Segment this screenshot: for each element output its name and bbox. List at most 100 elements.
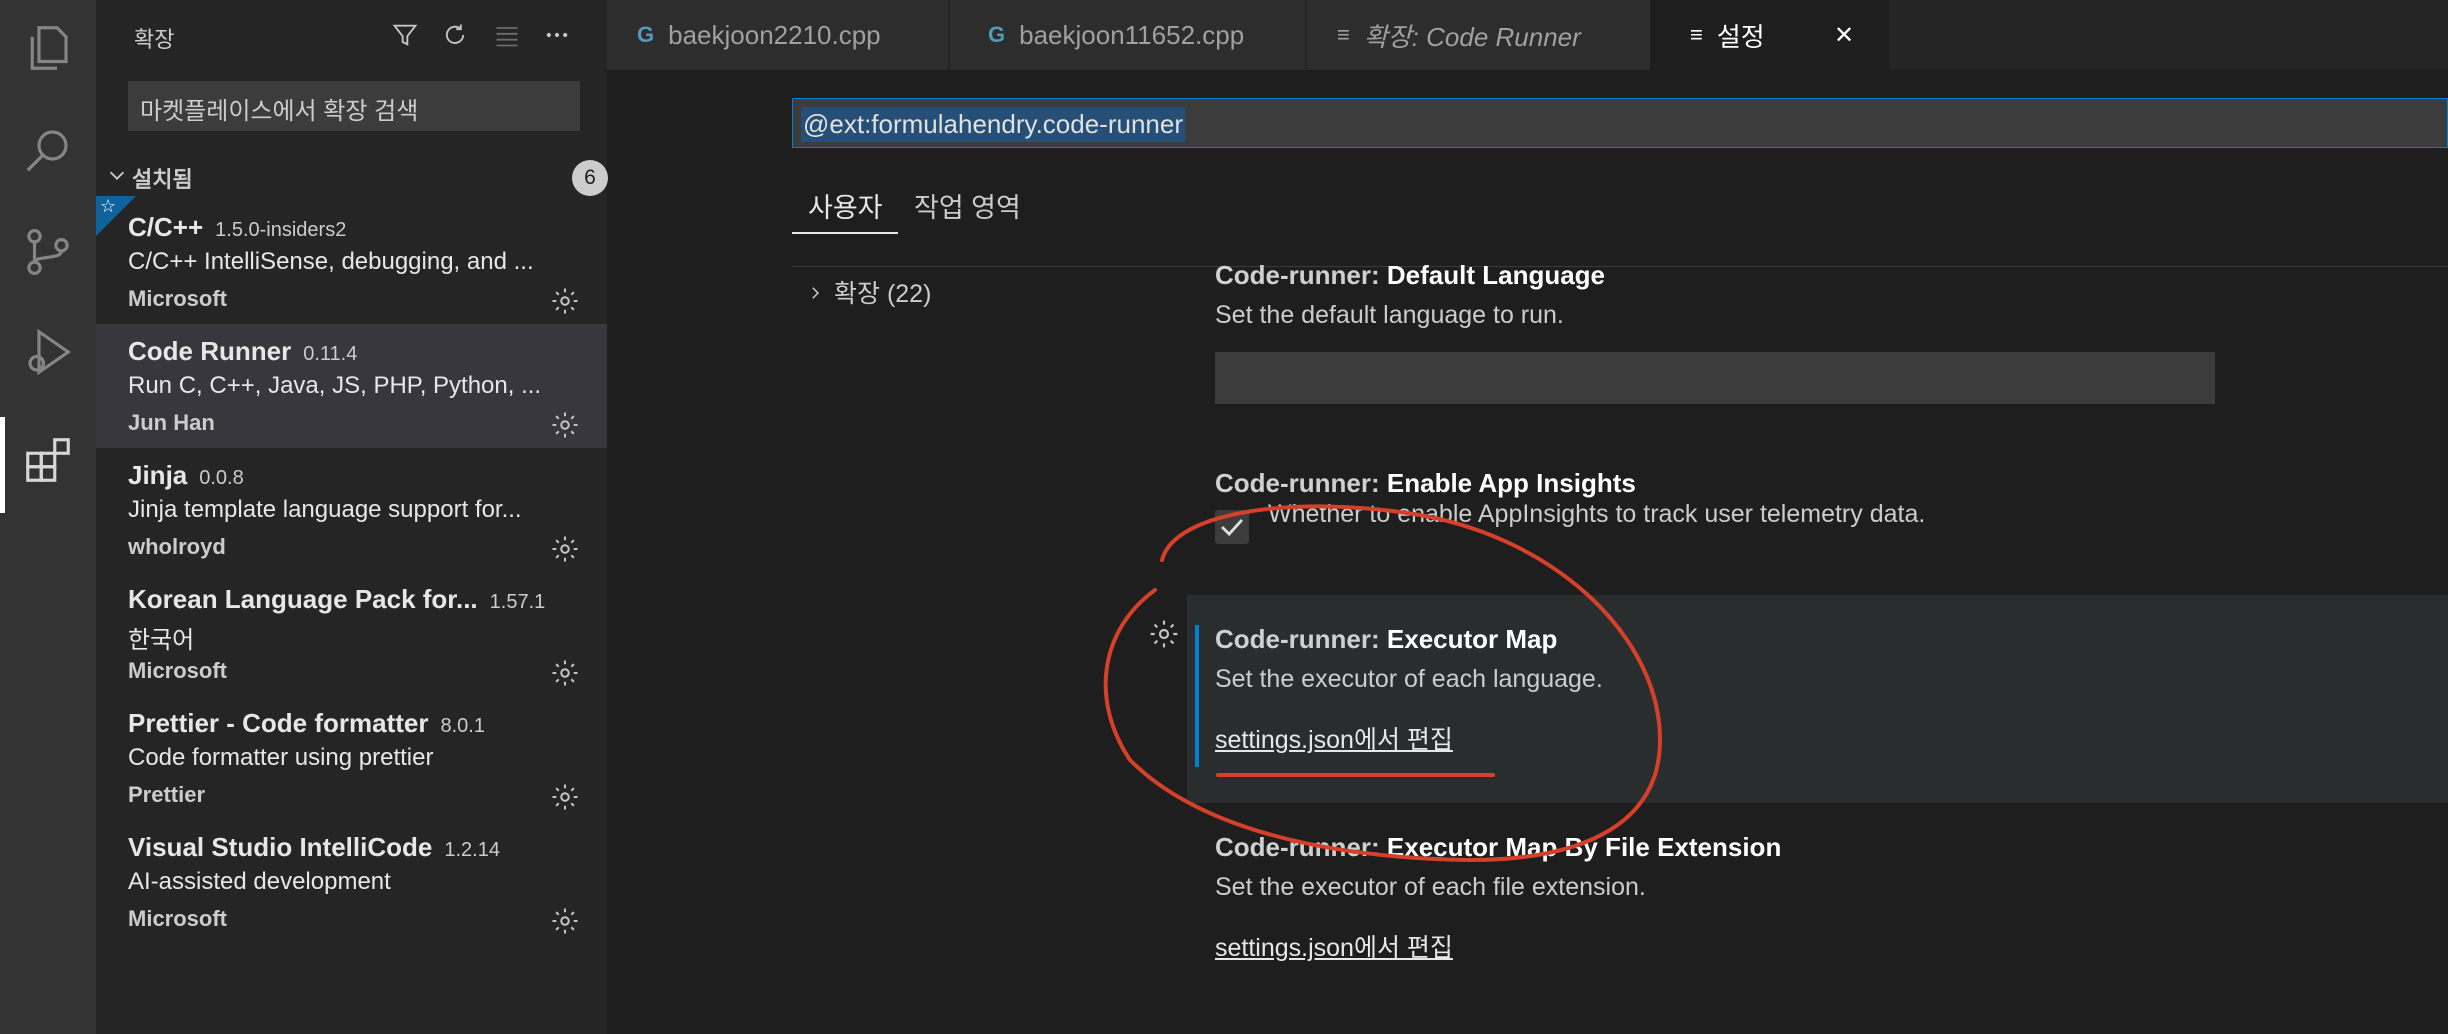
tab-user-settings[interactable]: 사용자 [808,186,883,225]
extension-item[interactable]: C/C++ 1.5.0-insiders2 C/C++ IntelliSense,… [96,200,607,324]
preview-icon: ≡ [1337,22,1350,47]
settings-search-value: @ext:formulahendry.code-runner [801,107,1185,142]
setting-gear-icon[interactable] [1148,618,1180,650]
installed-section-header[interactable]: 설치됨 6 [106,160,608,200]
extension-item[interactable]: Jinja 0.0.8 Jinja template language suppo… [96,448,607,572]
editor-tab-bar: G baekjoon2210.cpp G baekjoon11652.cpp ≡… [607,0,2448,70]
setting-name: Executor Map By File Extension [1386,832,1782,862]
extension-publisher: Prettier [128,782,206,807]
tab-label: 설정 [1716,21,1765,52]
tab-label: baekjoon2210.cpp [668,19,881,50]
close-icon[interactable]: ✕ [1834,21,1854,50]
setting-name: Enable App Insights [1386,468,1636,498]
setting-name: Default Language [1386,260,1606,290]
extension-version: 1.2.14 [444,839,500,861]
setting-category: Code-runner: [1215,832,1387,862]
toc-label: 확장 (22) [834,280,932,308]
setting-executor-map: Code-runner: Executor Map Set the execut… [1215,624,1603,756]
extension-name: Visual Studio IntelliCode [128,832,433,862]
edit-in-settings-json-link[interactable]: settings.json에서 편집 [1215,720,1603,756]
sidebar-title: 확장 [134,27,175,52]
setting-name: Executor Map [1386,624,1558,654]
setting-category: Code-runner: [1215,624,1387,654]
extension-item[interactable]: Visual Studio IntelliCode 1.2.14 AI-assis… [96,820,607,944]
extension-name: Code Runner [128,336,292,366]
tab-baekjoon11652[interactable]: G baekjoon11652.cpp [950,0,1306,70]
extension-item[interactable]: Code Runner 0.11.4 Run C, C++, Java, JS, … [96,324,607,448]
explorer-icon[interactable] [18,18,78,78]
extension-publisher: Microsoft [128,286,227,311]
star-icon: ☆ [100,196,117,216]
clear-icon[interactable] [490,18,524,52]
tab-baekjoon2210[interactable]: G baekjoon2210.cpp [607,0,949,70]
cpp-file-icon: G [637,22,655,47]
extension-publisher: Jun Han [128,410,215,435]
setting-default-language: Code-runner: Default Language Set the de… [1215,260,1605,330]
extension-description: Code formatter using prettier [128,744,434,771]
extension-description: 한국어 [128,627,195,654]
extension-item[interactable]: Prettier - Code formatter 8.0.1 Code form… [96,696,607,820]
extension-description: C/C++ IntelliSense, debugging, and ... [128,248,534,275]
settings-file-icon: ≡ [1690,22,1703,47]
search-icon[interactable] [18,120,78,180]
extensions-icon[interactable] [18,430,78,490]
extension-version: 0.0.8 [199,467,244,489]
installed-count-badge: 6 [572,160,608,196]
gear-icon[interactable] [550,782,580,812]
extension-description: Run C, C++, Java, JS, PHP, Python, ... [128,372,542,399]
chevron-down-icon [106,164,128,191]
extension-version: 8.0.1 [440,715,485,737]
divider [792,266,2448,267]
setting-executor-map-by-file-extension: Code-runner: Executor Map By File Extens… [1215,832,1781,964]
active-indicator [0,417,5,513]
active-tab-underline [792,232,898,234]
edit-in-settings-json-link[interactable]: settings.json에서 편집 [1215,928,1781,964]
setting-category: Code-runner: [1215,468,1387,498]
gear-icon[interactable] [550,534,580,564]
toc-item-extensions[interactable]: 확장 (22) [806,274,931,310]
extension-item[interactable]: Korean Language Pack for... 1.57.1 한국어 Mi… [96,572,607,696]
app-insights-checkbox[interactable] [1215,510,1249,544]
tab-settings[interactable]: ≡ 설정 ✕ [1650,0,1890,70]
more-actions-icon[interactable] [540,18,574,52]
extension-version: 1.57.1 [489,591,546,613]
refresh-icon[interactable] [438,18,472,52]
extension-version: 0.11.4 [303,343,358,365]
tab-label: 확장: Code Runner [1363,21,1581,52]
setting-description: Set the default language to run. [1215,301,1564,329]
focus-indicator [1195,625,1199,767]
filter-icon[interactable] [388,18,422,52]
setting-description: Whether to enable AppInsights to track u… [1268,500,1926,528]
tab-label: baekjoon11652.cpp [1019,19,1245,50]
setting-description: Set the executor of each file extension. [1215,873,1646,901]
default-language-input[interactable] [1215,352,2215,404]
chevron-right-icon [806,280,824,309]
extensions-sidebar: 확장 마켓플레이스에서 확장 검색 설치됨 6 C/C++ 1.5.0-insid… [96,0,608,1034]
tab-workspace-settings[interactable]: 작업 영역 [914,186,1021,225]
tab-extension-code-runner[interactable]: ≡ 확장: Code Runner [1307,0,1657,70]
setting-enable-app-insights: Code-runner: Enable App Insights [1215,468,1636,499]
gear-icon[interactable] [550,410,580,440]
extension-search-input[interactable]: 마켓플레이스에서 확장 검색 [128,81,580,131]
cpp-file-icon: G [988,22,1006,47]
gear-icon[interactable] [550,906,580,936]
gear-icon[interactable] [550,286,580,316]
extension-publisher: Microsoft [128,906,227,931]
extension-description: Jinja template language support for... [128,496,522,523]
extension-name: Jinja [128,460,188,490]
gear-icon[interactable] [550,658,580,688]
extension-description: AI-assisted development [128,868,391,895]
run-debug-icon[interactable] [18,322,78,382]
activity-bar [0,0,96,1034]
extension-publisher: wholroyd [128,534,226,559]
extension-version: 1.5.0-insiders2 [215,219,347,241]
source-control-icon[interactable] [18,222,78,282]
setting-description: Set the executor of each language. [1215,665,1603,693]
extension-name: C/C++ [128,212,204,242]
extension-name: Korean Language Pack for... [128,584,478,614]
check-icon [1221,518,1243,537]
extension-name: Prettier - Code formatter [128,708,429,738]
settings-search-input[interactable]: @ext:formulahendry.code-runner [792,98,2448,148]
extension-publisher: Microsoft [128,658,227,683]
installed-label: 설치됨 [132,167,193,192]
